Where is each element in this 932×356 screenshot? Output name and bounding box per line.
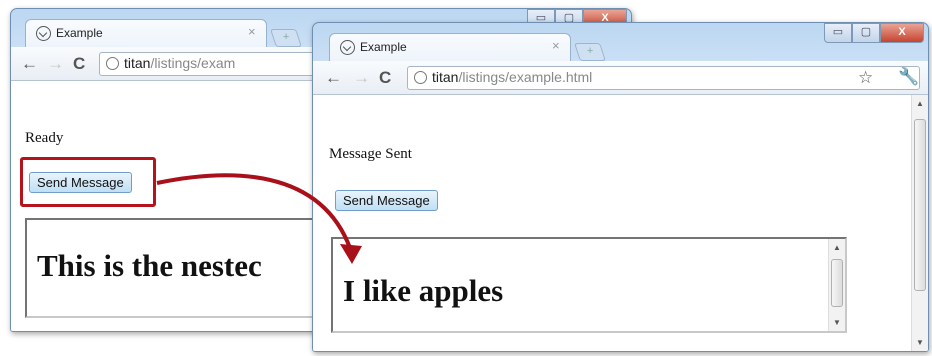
callout-arrow: [156, 173, 362, 264]
